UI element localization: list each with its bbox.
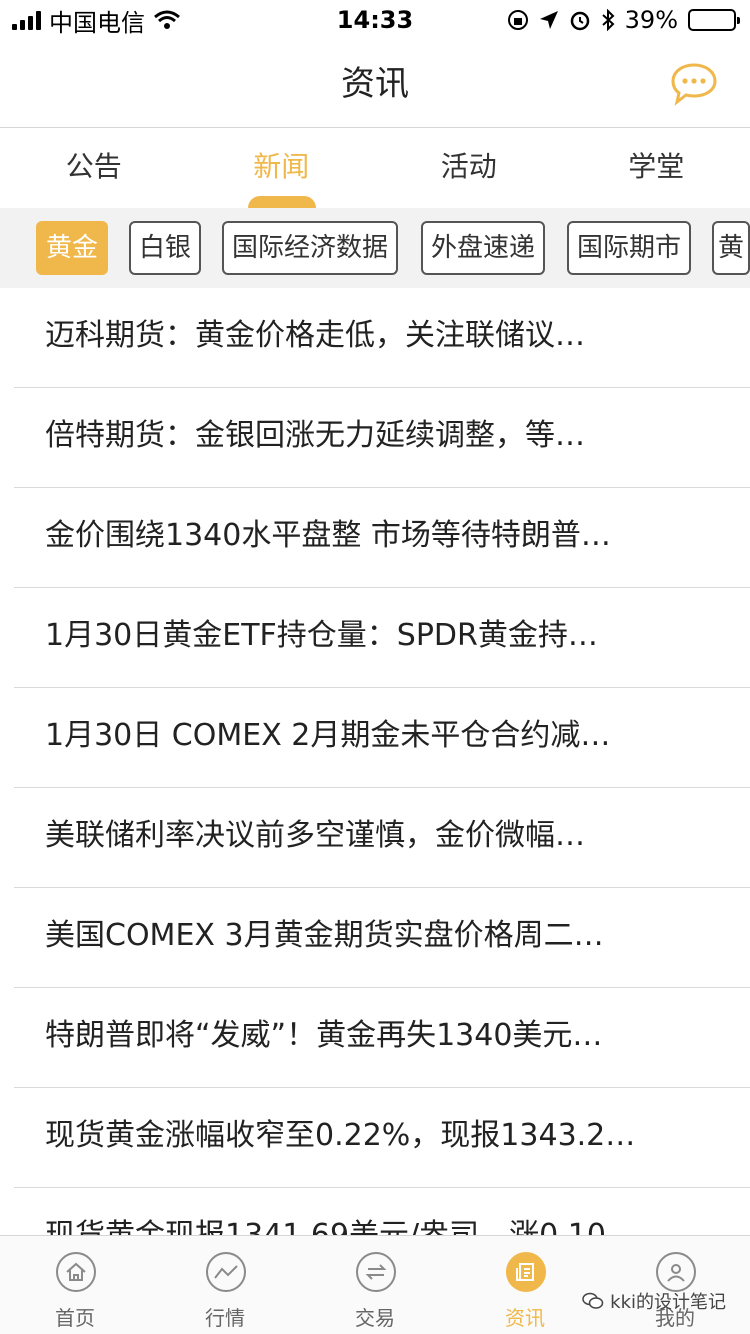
news-item[interactable]: 1月30日 COMEX 2月期金未平仓合约减…: [14, 688, 750, 788]
status-right: 39%: [507, 0, 740, 40]
tabbar-profile[interactable]: 我的: [600, 1236, 750, 1334]
bottom-tab-bar: 首页 行情 交易 资讯 我的: [0, 1235, 750, 1334]
battery-icon: [688, 9, 740, 31]
news-item[interactable]: 迈科期货：黄金价格走低，关注联储议…: [14, 288, 750, 388]
exchange-icon: [356, 1252, 396, 1292]
chip-intl-economic-data[interactable]: 国际经济数据: [222, 221, 399, 275]
tabbar-trade[interactable]: 交易: [300, 1236, 450, 1334]
chat-bubble-icon[interactable]: [670, 62, 718, 106]
tabbar-home[interactable]: 首页: [0, 1236, 150, 1334]
battery-percent: 39%: [624, 6, 678, 34]
rotation-lock-icon: [507, 10, 528, 30]
news-item[interactable]: 倍特期货：金银回涨无力延续调整，等…: [14, 388, 750, 488]
chip-intl-futures[interactable]: 国际期市: [567, 221, 692, 275]
watermark: kki的设计笔记: [582, 1288, 726, 1314]
tabbar-market-label: 行情: [205, 1306, 245, 1330]
chip-foreign-market[interactable]: 外盘速递: [421, 221, 546, 275]
tab-activities[interactable]: 活动: [375, 129, 563, 207]
news-icon: [506, 1252, 546, 1292]
status-bar: 中国电信 14:33 39%: [0, 0, 750, 40]
chart-icon: [206, 1252, 246, 1292]
location-icon: [539, 11, 558, 29]
bluetooth-icon: [601, 9, 615, 31]
tabbar-home-label: 首页: [55, 1306, 95, 1330]
tabbar-news-label: 资讯: [505, 1306, 545, 1330]
active-tab-indicator: [248, 196, 316, 208]
news-item[interactable]: 特朗普即将“发威”！黄金再失1340美元…: [14, 988, 750, 1088]
tab-academy[interactable]: 学堂: [563, 129, 750, 207]
news-item[interactable]: 金价围绕1340水平盘整 市场等待特朗普…: [14, 488, 750, 588]
news-item[interactable]: 现货黄金现报1341.69美元/盎司，涨0.10…: [14, 1188, 750, 1235]
chip-gold[interactable]: 黄金: [36, 221, 109, 275]
nav-bar: 资讯: [0, 40, 750, 128]
tabbar-trade-label: 交易: [355, 1306, 395, 1330]
chip-silver[interactable]: 白银: [129, 221, 202, 275]
category-chips: 黄金 白银 国际经济数据 外盘速递 国际期市 黄: [0, 208, 750, 288]
tabbar-news[interactable]: 资讯: [450, 1236, 600, 1334]
watermark-text: kki的设计笔记: [610, 1292, 726, 1313]
top-tabs: 公告 新闻 活动 学堂: [0, 129, 750, 207]
home-icon: [56, 1252, 96, 1292]
chip-partial[interactable]: 黄: [712, 221, 750, 275]
news-list: 迈科期货：黄金价格走低，关注联储议… 倍特期货：金银回涨无力延续调整，等… 金价…: [0, 288, 750, 1235]
alarm-icon: [570, 11, 589, 31]
news-item[interactable]: 现货黄金涨幅收窄至0.22%，现报1343.2…: [14, 1088, 750, 1188]
user-icon: [656, 1252, 696, 1292]
news-item[interactable]: 美国COMEX 3月黄金期货实盘价格周二…: [14, 888, 750, 988]
wechat-icon: [582, 1292, 604, 1309]
tabbar-market[interactable]: 行情: [150, 1236, 300, 1334]
news-item[interactable]: 美联储利率决议前多空谨慎，金价微幅…: [14, 788, 750, 888]
news-item[interactable]: 1月30日黄金ETF持仓量：SPDR黄金持…: [14, 588, 750, 688]
tab-announcements[interactable]: 公告: [0, 129, 188, 207]
page-title: 资讯: [341, 64, 409, 104]
